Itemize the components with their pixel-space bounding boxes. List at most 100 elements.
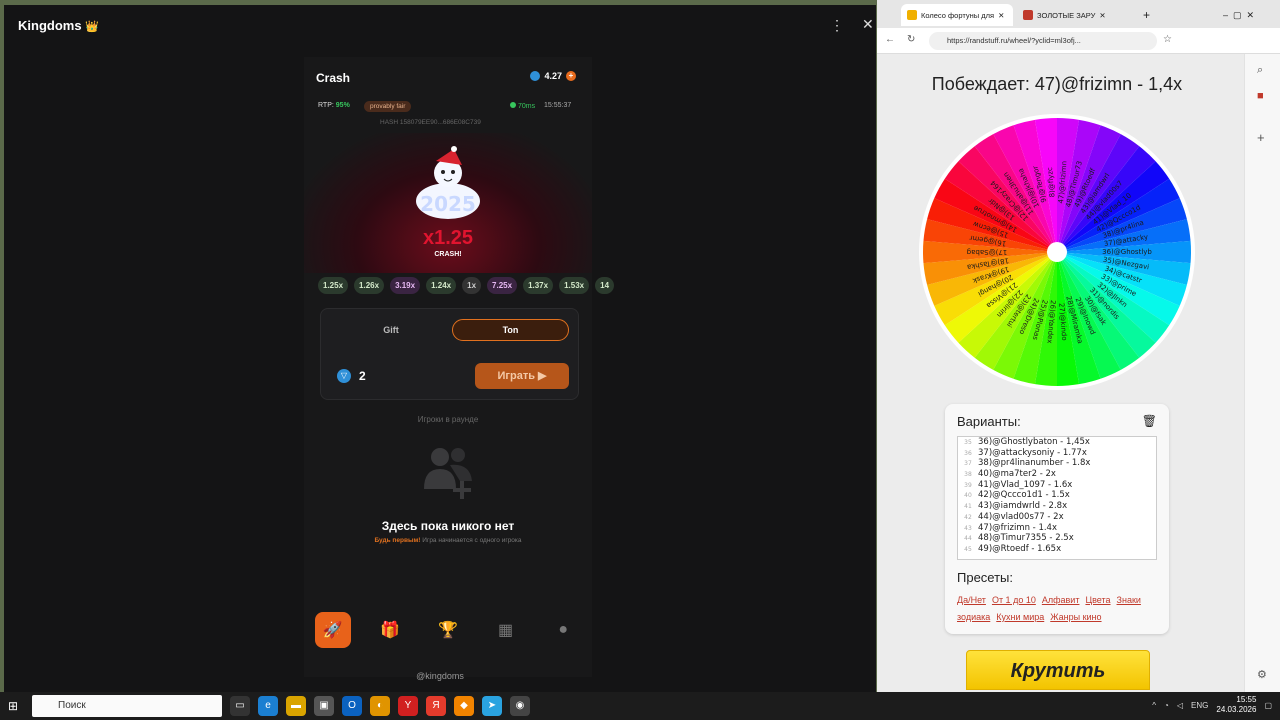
empty-title: Здесь пока никого нет: [381, 519, 515, 533]
settings-gear-icon[interactable]: ⚙: [1257, 668, 1267, 681]
crash-multiplier: x1.25: [422, 227, 474, 249]
tray-chevron-icon[interactable]: ^: [1152, 701, 1156, 710]
add-balance-icon[interactable]: +: [566, 71, 576, 81]
variant-line: 35 36)@Ghostlybaton - 1,45x: [958, 437, 1156, 448]
variant-line: 45 49)@Rtoedf - 1.65x: [958, 544, 1156, 555]
tab-wheel[interactable]: Колесо фортуны для ✕: [901, 4, 1013, 26]
window-controls-icon[interactable]: – ▢ ✕: [1217, 4, 1260, 26]
crash-nav-icon[interactable]: 🚀: [314, 612, 351, 648]
close-tab-icon[interactable]: ✕: [1099, 11, 1105, 20]
volume-icon[interactable]: ◁: [1177, 701, 1183, 710]
tab-gift[interactable]: Gift: [329, 319, 453, 341]
start-menu-icon[interactable]: ⊞: [8, 699, 18, 713]
crash-game: Crash 4.27 + RTP: 95% provably fair 70ms…: [304, 57, 615, 677]
preset-link[interactable]: Кухни мира: [996, 612, 1044, 622]
round-hash[interactable]: HASH 158079EE90...686E08C739: [380, 119, 481, 126]
desktop: Kingdoms 👑 ⋮ ✕ Crash 4.27 + RTP: 95% pro…: [0, 0, 1280, 692]
ping-dot-icon: [510, 102, 516, 108]
games-nav-icon[interactable]: ▦: [488, 612, 524, 648]
new-tab-icon[interactable]: +: [1137, 4, 1156, 26]
players-title: Игроки в раунде: [417, 415, 479, 424]
variant-text: 44)@vlad00s77 - 2x: [978, 511, 1064, 522]
crash-stage: 2025 x1.25 CRASH!: [304, 133, 592, 273]
ton-icon: [530, 71, 541, 81]
menu-icon[interactable]: ⋮: [830, 17, 844, 34]
taskbar-search-input[interactable]: Поиск: [32, 695, 222, 717]
svg-text:2025: 2025: [420, 192, 476, 216]
preset-link[interactable]: От 1 до 10: [992, 595, 1036, 605]
trophy-nav-icon[interactable]: 🏆: [430, 612, 466, 648]
preset-link[interactable]: Жанры кино: [1050, 612, 1101, 622]
add-icon[interactable]: +: [1257, 130, 1265, 145]
browser-window: Колесо фортуны для ✕ ЗОЛОТЫЕ ЗАРУ ✕ + – …: [877, 0, 1280, 692]
yandex-icon[interactable]: Я: [426, 696, 446, 716]
rtp-label: RTP: 95%: [318, 102, 350, 109]
server-time: 15:55:37: [544, 102, 572, 109]
variant-line: 41 43)@iamdwrld - 2.8x: [958, 501, 1156, 512]
app-icon[interactable]: ◐: [370, 696, 390, 716]
preset-link[interactable]: Алфавит: [1042, 595, 1080, 605]
gifts-nav-icon[interactable]: 🎁: [372, 612, 408, 648]
obs-icon[interactable]: ◉: [510, 696, 530, 716]
fox-icon[interactable]: ◆: [454, 696, 474, 716]
video-favicon-icon: [1023, 10, 1033, 20]
close-icon[interactable]: ✕: [862, 16, 874, 33]
tab-ton[interactable]: Ton: [452, 319, 569, 341]
url-field[interactable]: https://randstuff.ru/wheel/?yclid=ml3ofj…: [929, 32, 1157, 50]
variant-line-number: 42: [964, 513, 972, 521]
tab-video[interactable]: ЗОЛОТЫЕ ЗАРУ ✕: [1017, 4, 1125, 26]
variant-text: 40)@ma7ter2 - 2x: [978, 469, 1056, 480]
fortune-wheel[interactable]: 47)@frizimn48)@Timur7349)@Rtoedf43)@iamd…: [917, 112, 1197, 392]
variant-text: 48)@Timur7355 - 2.5x: [978, 533, 1074, 544]
ton-icon: ▽: [337, 369, 351, 383]
trash-icon[interactable]: 🗑: [1142, 414, 1157, 428]
history-chip: 1.26x: [354, 277, 385, 294]
system-tray: ^ ◔ ◁ ENG 15:55 24.03.2026 ▢: [1152, 695, 1272, 715]
task-view-icon[interactable]: ▭: [230, 696, 250, 716]
variant-line: 38 40)@ma7ter2 - 2x: [958, 469, 1156, 480]
network-icon[interactable]: ◔: [1164, 701, 1169, 710]
play-button[interactable]: Играть ▶: [475, 363, 569, 389]
favorite-star-icon[interactable]: ☆: [1163, 34, 1172, 45]
history-chip: 1.37x: [523, 277, 554, 294]
add-players-icon: [424, 448, 472, 499]
outlook-icon[interactable]: O: [342, 696, 362, 716]
variants-textarea[interactable]: 35 36)@Ghostlybaton - 1,45x 36 37)@attackys…: [957, 436, 1157, 560]
bet-amount-input[interactable]: 2: [359, 369, 366, 383]
footer-handle[interactable]: @kingdoms: [4, 671, 876, 681]
preset-link[interactable]: Да/Нет: [957, 595, 986, 605]
wheel-hub: [1047, 242, 1067, 262]
tab-video-title: ЗОЛОТЫЕ ЗАРУ: [1037, 10, 1096, 20]
variant-line: 37 38)@pr4linanumber - 1.8x: [958, 458, 1156, 469]
provably-fair-badge[interactable]: provably fair: [364, 101, 412, 112]
search-icon[interactable]: ⌕: [1257, 64, 1263, 77]
yandex-browser-icon[interactable]: Y: [398, 696, 418, 716]
back-icon[interactable]: ←: [885, 34, 895, 45]
edge-icon[interactable]: e: [258, 696, 278, 716]
tray-clock[interactable]: 15:55 24.03.2026: [1216, 695, 1256, 715]
store-icon[interactable]: ▣: [314, 696, 334, 716]
briefcase-icon[interactable]: ■: [1257, 90, 1264, 102]
reload-icon[interactable]: ↻: [907, 34, 915, 45]
balance[interactable]: 4.27 +: [530, 71, 576, 81]
profile-nav-icon[interactable]: ●: [545, 612, 581, 648]
window-title-text: Kingdoms: [18, 18, 82, 33]
preset-link[interactable]: Цвета: [1085, 595, 1110, 605]
variant-text: 36)@Ghostlybaton - 1,45x: [978, 437, 1090, 447]
tray-time: 15:55: [1236, 695, 1257, 704]
spin-button[interactable]: Крутить: [966, 650, 1150, 690]
tab-bar: Колесо фортуны для ✕ ЗОЛОТЫЕ ЗАРУ ✕ + – …: [877, 0, 1280, 28]
close-tab-icon[interactable]: ✕: [998, 11, 1004, 20]
history-chip: 14: [595, 277, 615, 294]
empty-sub-highlight: Будь первым!: [374, 537, 421, 544]
variant-line: 40 42)@Qccco1d1 - 1.5x: [958, 490, 1156, 501]
explorer-icon[interactable]: ▬: [286, 696, 306, 716]
taskbar-apps: ▭ e ▬ ▣ O ◐ Y Я ◆ ➤ ◉: [230, 696, 530, 716]
notifications-icon[interactable]: ▢: [1264, 701, 1272, 710]
play-label: Играть: [497, 370, 535, 382]
taskbar: ⊞ Поиск ▭ e ▬ ▣ O ◐ Y Я ◆ ➤ ◉ ^ ◔ ◁ ENG …: [0, 692, 1280, 720]
empty-subtitle: Будь первым! Игра начинается с одного иг…: [304, 537, 592, 544]
telegram-icon[interactable]: ➤: [482, 696, 502, 716]
rtp-text: RTP:: [318, 102, 334, 109]
language-indicator[interactable]: ENG: [1191, 701, 1208, 710]
